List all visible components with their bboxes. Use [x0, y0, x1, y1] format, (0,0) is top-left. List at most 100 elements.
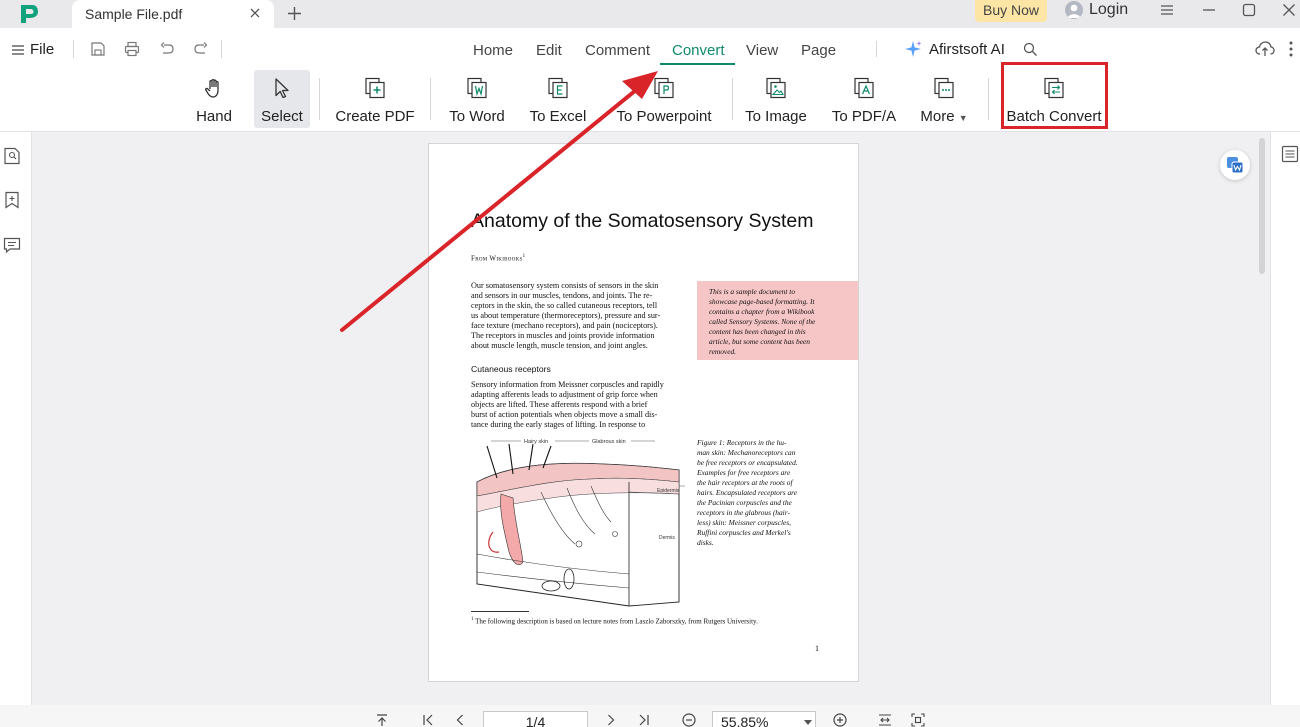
footnote-divider [471, 611, 529, 612]
text-line: adapting afferents leads to adjustment o… [471, 390, 658, 399]
more-convert-button[interactable]: More ▼ [914, 70, 974, 128]
tool-label: To Excel [529, 108, 587, 125]
word-icon [467, 77, 487, 99]
section-heading: Cutaneous receptors [471, 364, 551, 374]
zoom-select[interactable]: 55.85% [712, 711, 816, 727]
more-options-icon[interactable] [1284, 40, 1298, 58]
ai-label: Afirstsoft AI [929, 40, 1005, 58]
new-tab-icon[interactable] [286, 5, 303, 22]
first-page-icon[interactable] [421, 713, 435, 727]
tab-comment[interactable]: Comment [585, 42, 650, 59]
to-word-button[interactable]: To Word [444, 70, 510, 128]
hamburger-icon [12, 44, 24, 55]
more-label: More [920, 108, 955, 125]
text-line: about muscle length, muscle tension, and… [471, 341, 648, 350]
tab-page[interactable]: Page [801, 42, 836, 59]
maximize-icon[interactable] [1241, 2, 1257, 18]
tool-label: Hand [196, 108, 232, 125]
document-title: Anatomy of the Somatosensory System [471, 210, 814, 232]
text-line: receptors in the glabrous (hair- [697, 508, 790, 517]
text-line: face texture (mechano receptors), and pa… [471, 321, 658, 330]
tab-edit[interactable]: Edit [536, 42, 562, 59]
text-line: This is a sample document to [709, 287, 796, 296]
text-line: Figure 1: Receptors in the hu- [697, 438, 787, 447]
login-button[interactable]: Login [1065, 0, 1128, 20]
more-icon [934, 77, 954, 99]
right-sidebar [1270, 132, 1300, 727]
sample-note-box: This is a sample document to showcase pa… [697, 281, 858, 360]
highlight-box [1001, 62, 1108, 129]
to-powerpoint-button[interactable]: To Powerpoint [608, 70, 720, 128]
text-line: content has been changed in this [709, 327, 806, 336]
next-page-icon[interactable] [604, 713, 618, 727]
menu-icon[interactable] [1159, 2, 1175, 18]
cursor-icon [275, 78, 289, 99]
ai-assistant-button[interactable]: Afirstsoft AI [904, 40, 1005, 58]
to-pdfa-button[interactable]: To PDF/A [830, 70, 898, 128]
text-line: man skin: Mechanoreceptors can [697, 448, 796, 457]
vertical-scrollbar[interactable] [1259, 138, 1265, 274]
divider [221, 40, 222, 58]
active-tab-indicator [660, 63, 735, 65]
cloud-upload-icon[interactable] [1255, 40, 1275, 58]
text-line: us about temperature (thermoreceptors), … [471, 311, 661, 320]
divider [73, 40, 74, 58]
translate-button[interactable] [1220, 150, 1250, 180]
tab-home[interactable]: Home [473, 42, 513, 59]
properties-icon[interactable] [1281, 145, 1299, 163]
divider [876, 41, 877, 57]
footnote: 1 The following description is based on … [471, 617, 758, 625]
print-icon[interactable] [124, 41, 140, 57]
figure-label-glabrous: Glabrous skin [592, 439, 626, 445]
create-pdf-button[interactable]: Create PDF [334, 70, 416, 128]
previous-page-icon[interactable] [453, 713, 467, 727]
fit-page-icon[interactable] [911, 713, 925, 727]
buy-now-button[interactable]: Buy Now [975, 0, 1047, 22]
save-icon[interactable] [90, 41, 106, 57]
select-tool-button[interactable]: Select [254, 70, 310, 128]
undo-icon[interactable] [159, 41, 175, 57]
text-line: hairs. Encapsulated receptors are [697, 488, 798, 497]
close-window-icon[interactable] [1281, 2, 1297, 18]
hand-tool-button[interactable]: Hand [190, 70, 238, 128]
text-line: Sensory information from Meissner corpus… [471, 380, 664, 389]
to-excel-button[interactable]: To Excel [527, 70, 589, 128]
source-footnote-mark: 1 [522, 254, 526, 259]
last-page-icon[interactable] [637, 713, 651, 727]
text-line: be free receptors or encapsulated. [697, 458, 798, 467]
status-bar [0, 705, 1300, 727]
thumbnail-icon[interactable] [3, 147, 21, 165]
fit-width-icon[interactable] [878, 713, 892, 727]
close-tab-icon[interactable] [248, 6, 262, 20]
left-sidebar [0, 132, 32, 727]
tab-convert[interactable]: Convert [672, 42, 725, 59]
login-label: Login [1089, 1, 1129, 18]
divider [319, 78, 320, 120]
zoom-out-icon[interactable] [682, 713, 696, 727]
text-line: burst of action potentials when objects … [471, 410, 658, 419]
footnote-mark: 1 [471, 617, 474, 622]
bookmark-icon[interactable] [3, 191, 21, 209]
search-icon[interactable] [1023, 42, 1038, 57]
figure-label-dermis: Dermis [659, 535, 675, 541]
document-tab[interactable]: Sample File.pdf [72, 0, 274, 28]
to-image-button[interactable]: To Image [743, 70, 809, 128]
divider [430, 78, 431, 120]
minimize-icon[interactable] [1201, 2, 1217, 18]
comment-icon[interactable] [3, 236, 21, 254]
zoom-in-icon[interactable] [833, 713, 847, 727]
powerpoint-icon [654, 77, 674, 99]
figure-label-hairy: Hairy skin [524, 439, 548, 445]
text-line: the Pacinian corpuscles and the [697, 498, 792, 507]
tab-view[interactable]: View [746, 42, 778, 59]
title-bar: Sample File.pdf Buy Now Login [0, 0, 1300, 28]
intro-paragraph: Our somatosensory system consists of sen… [471, 281, 686, 351]
tab-title: Sample File.pdf [85, 6, 183, 22]
text-line: The receptors in muscles and joints prov… [471, 331, 655, 340]
avatar-icon [1065, 1, 1083, 19]
file-menu-button[interactable]: File [12, 41, 54, 58]
pdf-page: Anatomy of the Somatosensory System From… [428, 143, 859, 682]
redo-icon[interactable] [193, 41, 209, 57]
first-page-up-icon[interactable] [375, 713, 389, 727]
page-number-input[interactable]: 1/4 [483, 711, 588, 727]
